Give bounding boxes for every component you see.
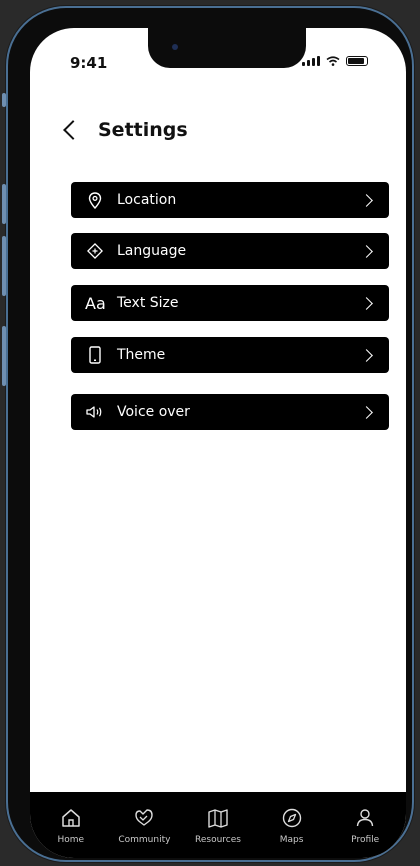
bottom-nav: Home Community Resources Maps Profile xyxy=(30,792,406,858)
nav-item-home[interactable]: Home xyxy=(39,792,103,858)
nav-label: Home xyxy=(57,835,85,845)
nav-label: Maps xyxy=(279,835,304,845)
compass-icon xyxy=(282,808,301,828)
camera-dot xyxy=(172,44,178,50)
nav-item-resources[interactable]: Resources xyxy=(186,792,250,858)
settings-item-theme[interactable]: Theme xyxy=(71,337,389,373)
notch xyxy=(148,28,306,68)
nav-item-maps[interactable]: Maps xyxy=(260,792,324,858)
signal-icon xyxy=(302,56,320,66)
battery-icon xyxy=(346,56,368,66)
settings-item-voice-over[interactable]: Voice over xyxy=(71,394,389,430)
community-icon xyxy=(135,809,154,826)
nav-item-community[interactable]: Community xyxy=(112,792,176,858)
side-button-mute xyxy=(2,93,6,107)
nav-label: Profile xyxy=(351,835,380,845)
phone-frame: 9:41 Settings Location Language Aa Text … xyxy=(2,8,412,860)
phone-theme-icon xyxy=(85,345,105,365)
stage: 9:41 Settings Location Language Aa Text … xyxy=(0,0,420,866)
settings-item-label: Location xyxy=(117,192,177,208)
home-icon xyxy=(62,809,80,827)
speaker-icon xyxy=(85,402,105,422)
side-button-volume-down xyxy=(2,236,6,296)
settings-item-label: Text Size xyxy=(117,295,179,311)
side-button-extra xyxy=(2,326,6,386)
page-title: Settings xyxy=(98,119,188,141)
text-size-icon: Aa xyxy=(85,293,106,313)
status-time: 9:41 xyxy=(70,54,108,72)
map-book-icon xyxy=(208,809,228,828)
settings-item-text-size[interactable]: Aa Text Size xyxy=(71,285,389,321)
nav-label: Community xyxy=(118,835,171,845)
chevron-right-icon xyxy=(360,296,373,310)
location-pin-icon xyxy=(85,190,105,210)
settings-item-location[interactable]: Location xyxy=(71,182,389,218)
settings-item-label: Voice over xyxy=(117,404,190,420)
language-icon xyxy=(85,241,105,261)
nav-label: Resources xyxy=(195,835,241,845)
chevron-right-icon xyxy=(360,405,373,419)
settings-item-label: Theme xyxy=(117,347,166,363)
chevron-right-icon xyxy=(360,348,373,362)
settings-item-label: Language xyxy=(117,243,187,259)
back-chevron-icon[interactable] xyxy=(63,120,83,140)
settings-item-language[interactable]: Language xyxy=(71,233,389,269)
wifi-icon xyxy=(326,56,340,66)
header: Settings xyxy=(62,119,188,141)
chevron-right-icon xyxy=(360,244,373,258)
chevron-right-icon xyxy=(360,193,373,207)
side-button-volume-up xyxy=(2,184,6,224)
screen: 9:41 Settings Location Language Aa Text … xyxy=(30,28,406,858)
status-icons xyxy=(302,56,368,66)
profile-icon xyxy=(356,809,374,827)
nav-item-profile[interactable]: Profile xyxy=(333,792,397,858)
